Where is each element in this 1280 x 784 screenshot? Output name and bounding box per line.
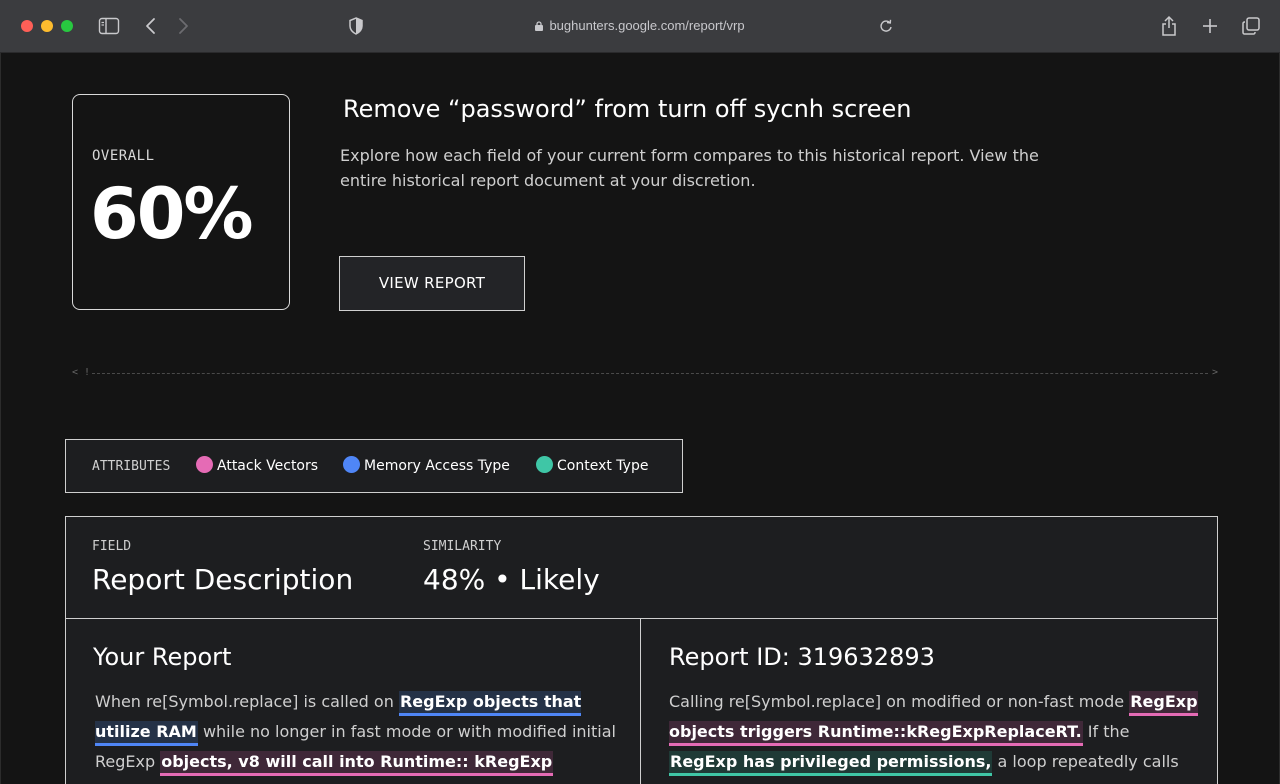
- your-report-title: Your Report: [93, 643, 232, 671]
- zoom-window-button[interactable]: [61, 20, 73, 32]
- section-divider: < ! >: [72, 365, 1218, 381]
- similarity-label: SIMILARITY: [423, 539, 502, 554]
- historical-report-text: Calling re[Symbol.replace] on modified o…: [669, 687, 1199, 777]
- address-bar[interactable]: bughunters.google.com/report/vrp: [549, 18, 744, 33]
- legend-label: Memory Access Type: [364, 458, 510, 474]
- teal-dot-icon: [536, 456, 553, 473]
- attributes-legend: ATTRIBUTES Attack Vectors Memory Access …: [65, 439, 683, 493]
- close-window-button[interactable]: [21, 20, 33, 32]
- text-segment: Calling re[Symbol.replace] on modified o…: [669, 692, 1130, 711]
- lock-icon: [535, 19, 544, 31]
- divider-right-mark: >: [1211, 367, 1218, 378]
- divider-left-mark: < !: [72, 367, 91, 378]
- text-segment: a loop repeatedly calls: [992, 752, 1179, 771]
- blue-dot-icon: [343, 456, 360, 473]
- minimize-window-button[interactable]: [41, 20, 53, 32]
- legend-context-type[interactable]: Context Type: [536, 456, 648, 474]
- attributes-label: ATTRIBUTES: [92, 459, 171, 474]
- browser-toolbar: bughunters.google.com/report/vrp: [0, 0, 1280, 53]
- legend-memory-access-type[interactable]: Memory Access Type: [343, 456, 510, 474]
- historical-report-title: Report ID: 319632893: [669, 643, 935, 671]
- highlight-context-type[interactable]: RegExp has privileged permissions,: [669, 751, 993, 776]
- divider-line: [92, 373, 1208, 374]
- legend-label: Context Type: [557, 458, 649, 474]
- share-icon[interactable]: [1160, 15, 1178, 37]
- historical-report-panel: Report ID: 319632893 Calling re[Symbol.r…: [640, 619, 1218, 784]
- your-report-panel: Your Report When re[Symbol.replace] is c…: [65, 619, 641, 784]
- tab-overview-icon[interactable]: [1241, 15, 1261, 37]
- back-icon[interactable]: [144, 15, 158, 37]
- overall-score-value: 60%: [90, 173, 254, 255]
- report-description: Explore how each field of your current f…: [340, 146, 1039, 190]
- similarity-value: 48% • Likely: [423, 563, 600, 596]
- text-segment: When re[Symbol.replace] is called on: [95, 692, 399, 711]
- view-report-button[interactable]: VIEW REPORT: [339, 256, 525, 311]
- privacy-shield-icon[interactable]: [347, 15, 365, 37]
- highlight-attack-vector[interactable]: objects, v8 will call into Runtime:: kRe…: [160, 751, 554, 776]
- page-content: OVERALL 60% Remove “password” from turn …: [0, 53, 1280, 784]
- legend-attack-vectors[interactable]: Attack Vectors: [196, 456, 318, 474]
- forward-icon[interactable]: [176, 15, 190, 37]
- overall-score-card: OVERALL 60%: [72, 94, 290, 310]
- reload-icon[interactable]: [877, 15, 895, 37]
- report-title: Remove “password” from turn off sycnh sc…: [343, 95, 912, 123]
- your-report-text: When re[Symbol.replace] is called on Reg…: [95, 687, 625, 777]
- field-comparison-header: FIELD Report Description SIMILARITY 48% …: [65, 516, 1218, 619]
- text-segment: If the: [1082, 722, 1130, 741]
- field-value: Report Description: [92, 563, 354, 596]
- field-label: FIELD: [92, 539, 132, 554]
- pink-dot-icon: [196, 456, 213, 473]
- sidebar-toggle-icon[interactable]: [98, 15, 120, 37]
- legend-label: Attack Vectors: [217, 458, 319, 474]
- overall-label: OVERALL: [92, 148, 155, 164]
- new-tab-icon[interactable]: [1201, 15, 1219, 37]
